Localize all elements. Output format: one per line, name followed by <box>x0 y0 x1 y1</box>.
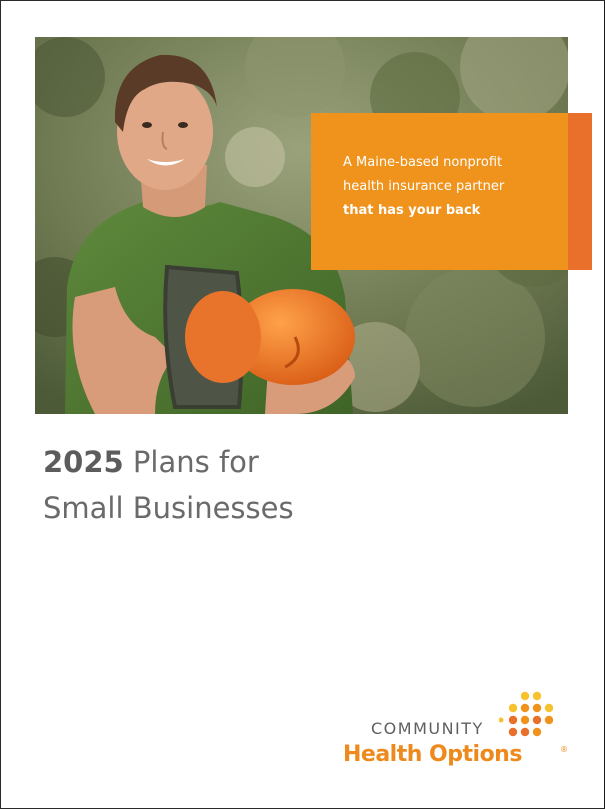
title-year: 2025 <box>43 445 124 479</box>
tagline-callout-accent <box>568 113 592 270</box>
title-line-1-rest: Plans for <box>123 445 259 479</box>
title-line-2: Small Businesses <box>43 491 294 525</box>
tagline-text: A Maine-based nonprofit health insurance… <box>343 151 563 223</box>
logo-dots-icon <box>499 691 553 737</box>
document-title: 2025 Plans for Small Businesses <box>43 439 294 531</box>
logo-community-text: COMMUNITY <box>371 719 484 738</box>
logo-health-options-text: Health Options <box>343 742 522 767</box>
logo-registered-mark: ® <box>560 745 568 754</box>
cover-page: A Maine-based nonprofit health insurance… <box>0 0 605 809</box>
tagline-line-3: that has your back <box>343 203 481 218</box>
tagline-line-1: A Maine-based nonprofit <box>343 155 503 170</box>
title-line-1: 2025 Plans for <box>43 439 294 485</box>
tagline-line-2: health insurance partner <box>343 179 505 194</box>
community-health-options-logo: COMMUNITY Health Options ® <box>341 689 571 784</box>
